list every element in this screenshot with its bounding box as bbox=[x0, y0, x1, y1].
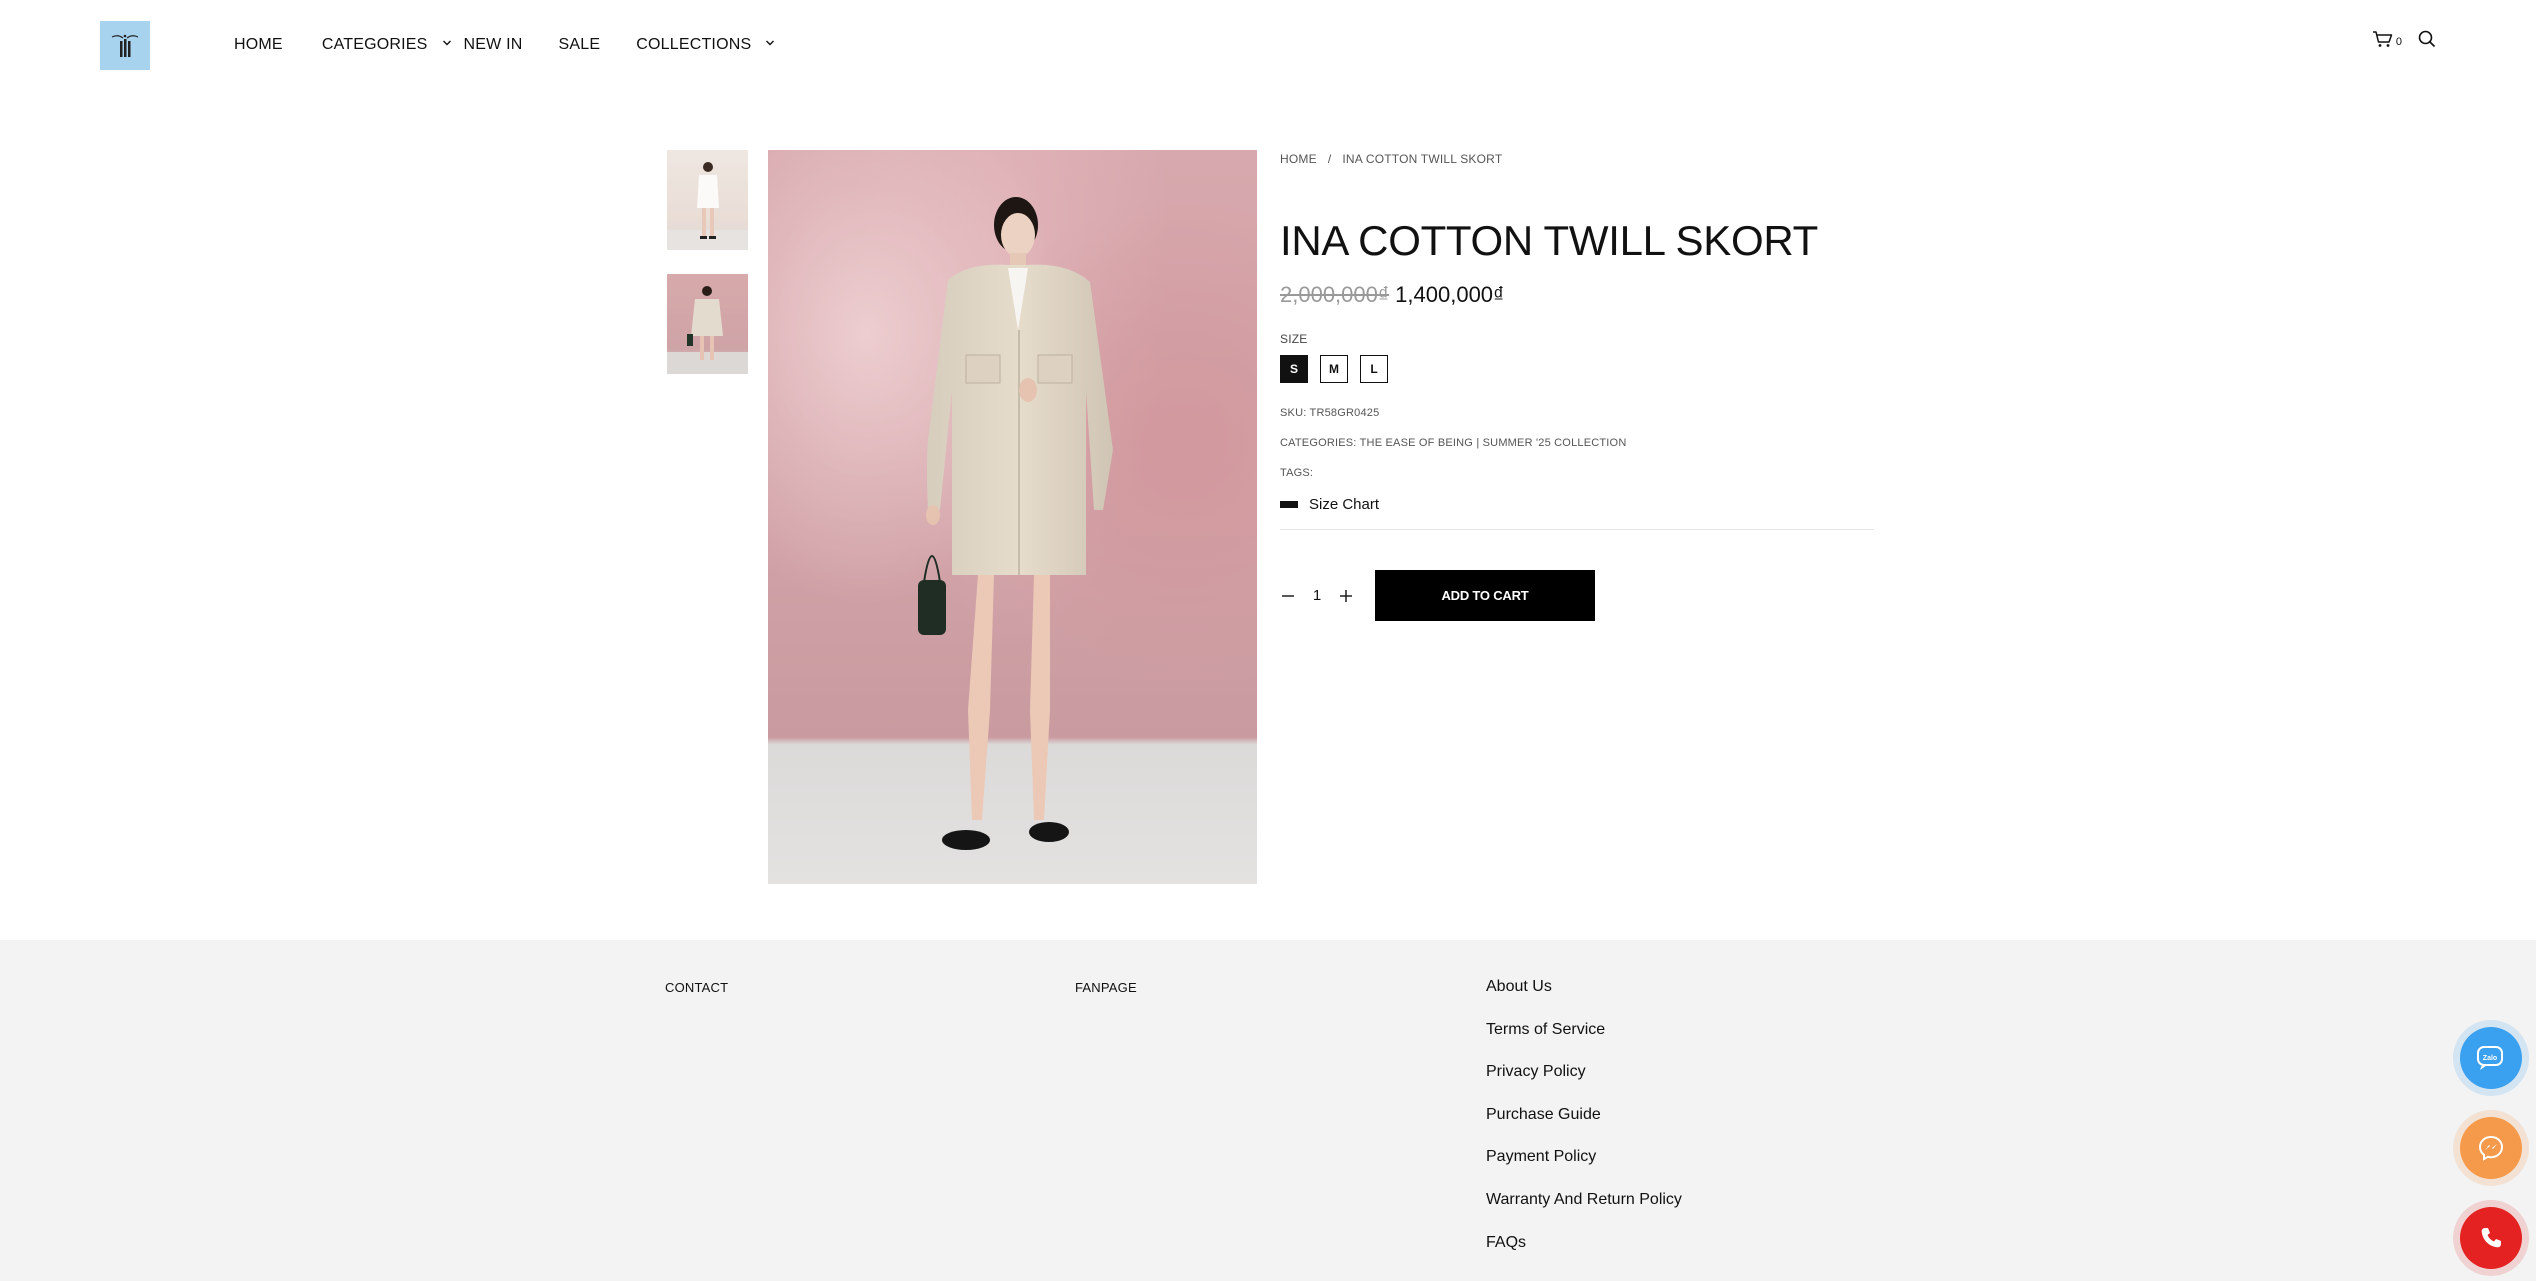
nav-new-in[interactable]: NEW IN bbox=[464, 36, 523, 54]
product-sku: SKU: TR58GR0425 bbox=[1280, 407, 1380, 419]
nav-categories[interactable]: CATEGORIES bbox=[322, 36, 452, 54]
footer-link-purchase-guide[interactable]: Purchase Guide bbox=[1486, 1106, 1682, 1149]
size-chart-link[interactable]: Size Chart bbox=[1280, 496, 1874, 513]
minus-icon[interactable] bbox=[1280, 588, 1296, 604]
nav-home[interactable]: HOME bbox=[234, 36, 283, 54]
footer-link-warranty[interactable]: Warranty And Return Policy bbox=[1486, 1191, 1682, 1234]
original-price: 2,000,000₫ bbox=[1280, 282, 1390, 307]
chevron-down-icon bbox=[765, 34, 775, 52]
nav-home-label: HOME bbox=[234, 36, 283, 53]
nav-collections-label: COLLECTIONS bbox=[636, 36, 752, 53]
buy-row: 1 ADD TO CART bbox=[1280, 570, 1874, 621]
main-nav: HOME CATEGORIES NEW IN SALE COLLECTIONS bbox=[234, 0, 775, 90]
footer-link-payment[interactable]: Payment Policy bbox=[1486, 1148, 1682, 1191]
footer-link-faqs[interactable]: FAQs bbox=[1486, 1234, 1682, 1277]
size-option-s[interactable]: S bbox=[1280, 355, 1308, 383]
size-option-l[interactable]: L bbox=[1360, 355, 1388, 383]
quantity-value[interactable]: 1 bbox=[1296, 587, 1338, 604]
size-option-m[interactable]: M bbox=[1320, 355, 1348, 383]
product-price: 2,000,000₫ 1,400,000₫ bbox=[1280, 282, 1874, 308]
phone-call-button[interactable] bbox=[2453, 1200, 2529, 1276]
categories-link[interactable]: THE EASE OF BEING | SUMMER '25 COLLECTIO… bbox=[1360, 437, 1627, 449]
nav-sale-label: SALE bbox=[558, 36, 601, 53]
product-thumbnail[interactable] bbox=[667, 150, 748, 250]
product-info: HOME / INA COTTON TWILL SKORT INA COTTON… bbox=[1280, 150, 1874, 621]
breadcrumb-current: INA COTTON TWILL SKORT bbox=[1342, 152, 1503, 166]
zalo-label: Zalo bbox=[2483, 1055, 2497, 1062]
nav-collections[interactable]: COLLECTIONS bbox=[636, 36, 775, 54]
footer-link-terms[interactable]: Terms of Service bbox=[1486, 1021, 1682, 1064]
cart-button[interactable]: 0 bbox=[2372, 30, 2402, 53]
product-title: INA COTTON TWILL SKORT bbox=[1280, 217, 1818, 264]
zalo-chat-button[interactable]: Zalo bbox=[2453, 1020, 2529, 1096]
header-actions: 0 bbox=[2372, 30, 2436, 53]
phone-icon bbox=[2460, 1207, 2522, 1269]
nav-categories-label: CATEGORIES bbox=[321, 36, 428, 53]
site-header: HOME CATEGORIES NEW IN SALE COLLECTIONS bbox=[0, 0, 2536, 90]
site-footer: CONTACT FANPAGE About Us Terms of Servic… bbox=[0, 940, 2536, 1281]
footer-link-about-us[interactable]: About Us bbox=[1486, 978, 1682, 1021]
breadcrumb: HOME / INA COTTON TWILL SKORT bbox=[1280, 150, 1874, 168]
divider bbox=[1280, 529, 1874, 530]
messenger-chat-button[interactable] bbox=[2453, 1110, 2529, 1186]
add-to-cart-button[interactable]: ADD TO CART bbox=[1375, 570, 1595, 621]
nav-new-in-label: NEW IN bbox=[463, 36, 523, 53]
plus-icon[interactable] bbox=[1338, 588, 1354, 604]
product-thumbnail[interactable] bbox=[667, 274, 748, 374]
footer-fanpage-heading: FANPAGE bbox=[1075, 980, 1137, 995]
nav-sale[interactable]: SALE bbox=[559, 36, 601, 54]
footer-links: About Us Terms of Service Privacy Policy… bbox=[1486, 978, 1682, 1276]
product-tags: TAGS: bbox=[1280, 467, 1314, 479]
breadcrumb-home-link[interactable]: HOME bbox=[1280, 152, 1317, 166]
brand-logo-icon[interactable] bbox=[100, 21, 150, 70]
cart-count: 0 bbox=[2395, 35, 2402, 48]
size-selector: S M L bbox=[1280, 355, 1874, 383]
product-main-image[interactable] bbox=[768, 150, 1257, 884]
footer-link-privacy[interactable]: Privacy Policy bbox=[1486, 1063, 1682, 1106]
breadcrumb-separator: / bbox=[1327, 152, 1332, 166]
cart-icon bbox=[2372, 30, 2394, 53]
chevron-down-icon bbox=[442, 34, 452, 52]
size-label: SIZE bbox=[1280, 332, 1308, 346]
categories-label: CATEGORIES: bbox=[1280, 437, 1357, 449]
ruler-icon bbox=[1280, 501, 1298, 508]
product-thumbnails bbox=[667, 150, 748, 398]
messenger-icon bbox=[2460, 1117, 2522, 1179]
size-chart-label: Size Chart bbox=[1309, 496, 1380, 513]
sale-price: 1,400,000₫ bbox=[1395, 282, 1505, 307]
quantity-stepper: 1 bbox=[1280, 571, 1354, 621]
product-categories: CATEGORIES: THE EASE OF BEING | SUMMER '… bbox=[1280, 437, 1874, 449]
search-icon[interactable] bbox=[2418, 30, 2436, 53]
zalo-icon: Zalo bbox=[2460, 1027, 2522, 1089]
footer-contact-heading: CONTACT bbox=[665, 980, 729, 995]
